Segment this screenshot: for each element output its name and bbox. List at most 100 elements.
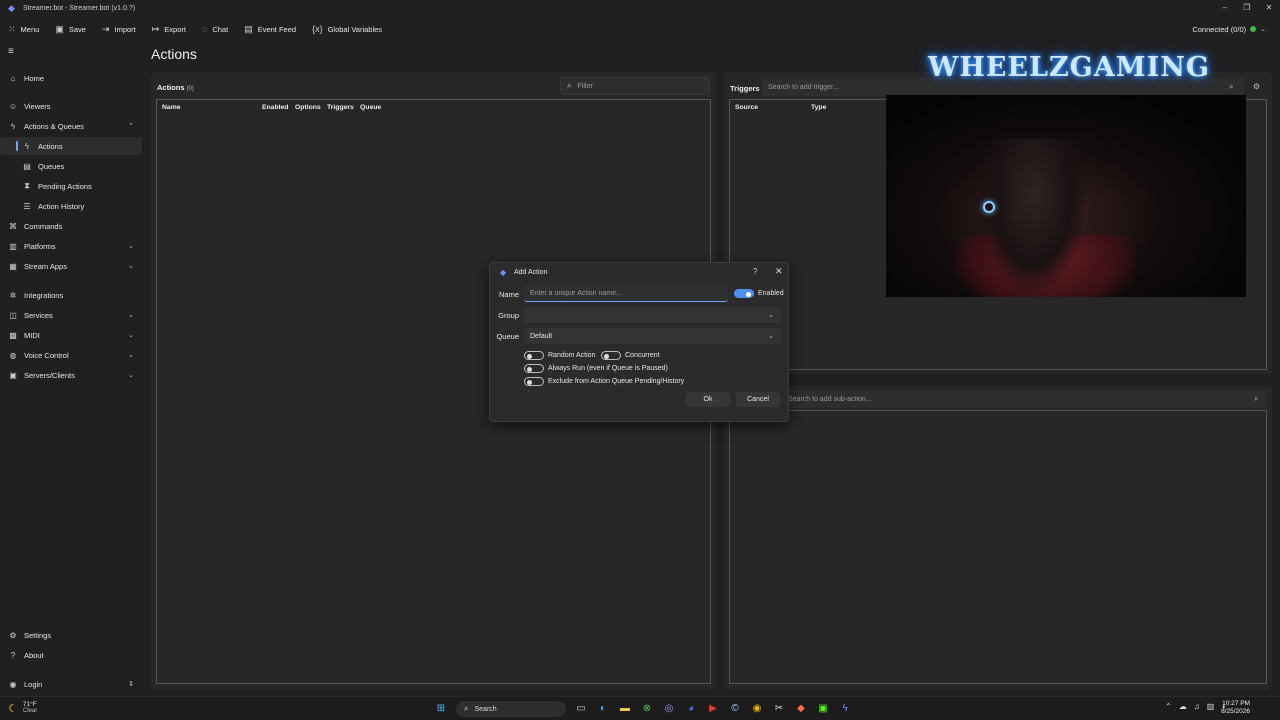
sidebar-item-voice-control[interactable]: ◍ Voice Control ⌄	[0, 346, 142, 364]
weather-widget[interactable]: ☾ 71°F Clear	[8, 701, 37, 715]
midi-icon: ▩	[9, 330, 17, 340]
import-button[interactable]: ⇥ Import	[102, 24, 136, 35]
search-icon: ⌕	[1254, 394, 1259, 403]
search-icon: ⌕	[464, 704, 469, 713]
sidebar-item-login[interactable]: ◉ Login ⇕	[0, 675, 142, 693]
sidebar-item-action-history[interactable]: ☰ Action History	[0, 197, 142, 215]
enabled-toggle[interactable]	[734, 289, 754, 298]
voice-icon: ◍	[9, 350, 17, 360]
group-select[interactable]: ⌄	[524, 307, 781, 323]
chrome-icon[interactable]: ◉	[748, 700, 766, 718]
webcam-subject	[978, 139, 1088, 297]
column-header-triggers[interactable]: Triggers	[327, 104, 354, 111]
sidebar: ≡ ⌂ Home ☺ Viewers ϟ Actions & Queues ⌃ ϟ Act…	[0, 40, 142, 696]
sidebar-item-platforms[interactable]: ▥ Platforms ⌄	[0, 237, 142, 255]
ok-button[interactable]: Ok	[686, 392, 730, 407]
app-icon[interactable]: ◆	[792, 700, 810, 718]
cloud-icon[interactable]: ☁	[1179, 702, 1187, 711]
close-window-button[interactable]: ✕	[1258, 0, 1280, 16]
dialog-close-button[interactable]: ✕	[775, 266, 783, 277]
export-button[interactable]: ↦ Export	[152, 24, 186, 35]
window-title: Streamer.bot - Streamer.bot (v1.0.?)	[23, 4, 136, 12]
clock[interactable]: 10:27 PM 8/25/2026	[1212, 700, 1250, 716]
file-explorer-icon[interactable]: ▬	[616, 700, 634, 718]
obs-icon[interactable]: ◎	[660, 700, 678, 718]
edge-icon[interactable]: ◐	[594, 700, 612, 718]
history-icon: ☰	[23, 201, 31, 211]
sidebar-item-about[interactable]: ? About	[0, 646, 142, 664]
column-header-source[interactable]: Source	[735, 104, 758, 111]
column-header-enabled[interactable]: Enabled	[262, 104, 288, 111]
discord-icon[interactable]: ◕	[682, 700, 700, 718]
login-icon: ◉	[9, 679, 17, 689]
sidebar-item-actions-queues[interactable]: ϟ Actions & Queues ⌃	[0, 117, 142, 135]
toggle-knob	[604, 353, 609, 359]
action-icon: ϟ	[24, 141, 30, 151]
streamerbot-icon[interactable]: ϟ	[836, 700, 854, 718]
sidebar-item-home[interactable]: ⌂ Home	[0, 69, 142, 87]
sidebar-item-viewers[interactable]: ☺ Viewers	[0, 97, 142, 115]
kick-icon[interactable]: ▣	[814, 700, 832, 718]
queue-icon: ▤	[23, 161, 31, 171]
command-icon: ⌘	[9, 221, 17, 231]
feed-icon: ▤	[244, 23, 253, 34]
subactions-list[interactable]	[729, 410, 1267, 684]
hamburger-icon[interactable]: ≡	[8, 46, 14, 57]
column-header-type[interactable]: Type	[811, 104, 826, 111]
brand-logo: WHEELZGAMING	[928, 52, 1210, 83]
help-button[interactable]: ?	[753, 267, 757, 276]
chevron-down-icon: ⌄	[1260, 26, 1266, 33]
enabled-label: Enabled	[758, 290, 784, 297]
action-name-input[interactable]: Enter a unique Action name...	[524, 286, 728, 302]
sidebar-item-commands[interactable]: ⌘ Commands	[0, 217, 142, 235]
exclude-history-label: Exclude from Action Queue Pending/Histor…	[548, 378, 685, 385]
connection-status[interactable]: Connected (0/0) ⌄	[1192, 18, 1266, 40]
taskbar-search[interactable]: ⌕ Search	[456, 701, 566, 717]
menu-button[interactable]: ⁙ Menu	[8, 24, 39, 35]
sidebar-item-services[interactable]: ◫ Services ⌄	[0, 306, 142, 324]
gear-icon: ⚙	[9, 630, 17, 640]
queue-select[interactable]: Default ⌄	[524, 328, 781, 344]
column-header-queue[interactable]: Queue	[360, 104, 381, 111]
copilot-icon[interactable]: ©	[726, 700, 744, 718]
chat-button[interactable]: ◌ Chat	[202, 24, 228, 34]
add-action-dialog: ◆ Add Action ? ✕ Name Enter a unique Act…	[489, 262, 789, 422]
column-header-name[interactable]: Name	[162, 104, 181, 111]
sidebar-item-midi[interactable]: ▩ MIDI ⌄	[0, 326, 142, 344]
event-feed-button[interactable]: ▤ Event Feed	[244, 24, 296, 35]
chevron-down-icon: ⌄	[128, 263, 134, 270]
global-variables-button[interactable]: {x} Global Variables	[312, 24, 382, 34]
chevron-up-icon[interactable]: ⌃	[1165, 702, 1172, 711]
weather-temp: 71°F	[22, 701, 37, 708]
minimize-button[interactable]: –	[1214, 0, 1236, 16]
random-action-toggle[interactable]	[524, 351, 544, 360]
sidebar-item-pending-actions[interactable]: ⧗ Pending Actions	[0, 177, 142, 195]
sidebar-item-queues[interactable]: ▤ Queues	[0, 157, 142, 175]
save-button[interactable]: ▣ Save	[55, 24, 86, 35]
concurrent-toggle[interactable]	[601, 351, 621, 360]
xbox-icon[interactable]: ⊗	[638, 700, 656, 718]
microphone-icon[interactable]: ♫	[1194, 702, 1200, 711]
sidebar-item-integrations[interactable]: ✲ Integrations	[0, 286, 142, 304]
toggle-knob	[527, 366, 532, 372]
sidebar-item-settings[interactable]: ⚙ Settings	[0, 626, 142, 644]
gear-icon[interactable]: ⚙	[1253, 82, 1260, 91]
capcut-icon[interactable]: ✂	[770, 700, 788, 718]
group-label: Group	[498, 311, 519, 320]
subaction-search-input[interactable]: Search to add sub-action...	[730, 390, 1266, 408]
sidebar-item-servers-clients[interactable]: ▣ Servers/Clients ⌄	[0, 366, 142, 384]
actions-filter-input[interactable]: ⌕ Filter	[560, 77, 710, 95]
always-run-toggle[interactable]	[524, 364, 544, 373]
exclude-history-toggle[interactable]	[524, 377, 544, 386]
column-header-options[interactable]: Options	[295, 104, 321, 111]
maximize-button[interactable]: ❐	[1236, 0, 1258, 16]
cancel-button[interactable]: Cancel	[736, 392, 780, 407]
task-view-icon[interactable]: ▭	[572, 700, 590, 718]
random-action-label: Random Action	[548, 352, 596, 359]
chevron-down-icon: ⌄	[768, 333, 774, 340]
moon-icon: ☾	[8, 702, 18, 715]
windows-start-icon[interactable]: ⊞	[432, 700, 450, 718]
sidebar-item-actions[interactable]: ϟ Actions	[0, 137, 142, 155]
sidebar-item-stream-apps[interactable]: ▦ Stream Apps ⌄	[0, 257, 142, 275]
youtube-icon[interactable]: ▶	[704, 700, 722, 718]
